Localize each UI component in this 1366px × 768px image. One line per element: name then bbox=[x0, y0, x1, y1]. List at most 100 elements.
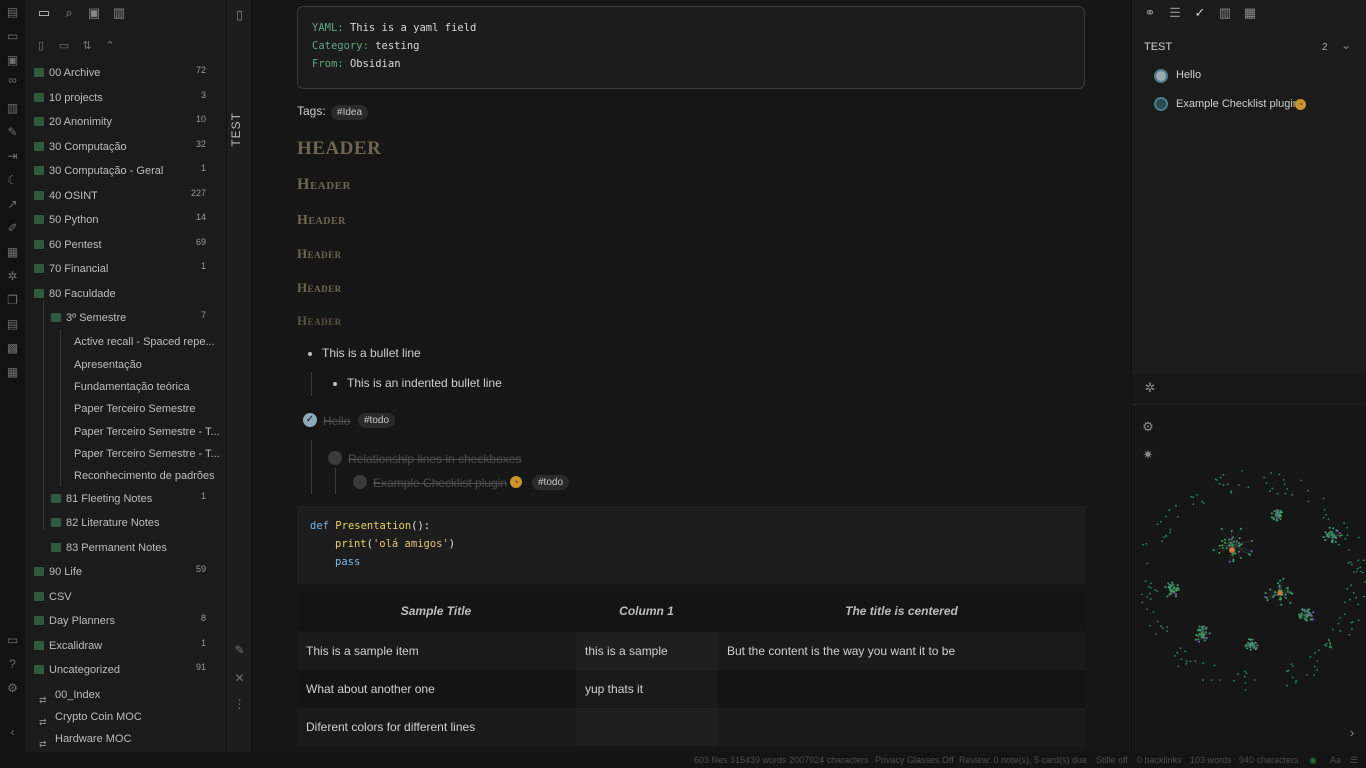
tree-item[interactable]: ⇄ Hardware MOC bbox=[25, 728, 226, 750]
tree-item[interactable]: ⇄ Crypto Coin MOC bbox=[25, 706, 226, 728]
template-icon[interactable]: ▦ bbox=[5, 245, 20, 260]
pane-title[interactable]: TEST bbox=[229, 112, 249, 147]
close-icon[interactable]: ✕ bbox=[232, 671, 247, 686]
tree-item[interactable]: 70 Financial 1 bbox=[25, 258, 226, 280]
tree-item[interactable]: 40 OSINT 227 bbox=[25, 185, 226, 207]
graph-node bbox=[1194, 660, 1197, 663]
graph-canvas[interactable] bbox=[1132, 405, 1366, 753]
tag-chip[interactable]: #todo bbox=[532, 475, 570, 490]
tree-item[interactable]: 60 Pentest 69 bbox=[25, 234, 226, 256]
pen-icon[interactable]: ✎ bbox=[5, 125, 20, 140]
tree-item[interactable]: Apresentação bbox=[25, 354, 226, 376]
chevron-right-icon[interactable]: › bbox=[1344, 725, 1360, 741]
tree-item[interactable]: 80 Faculdade bbox=[25, 283, 226, 305]
checkbox[interactable] bbox=[353, 475, 367, 489]
collapse-all-icon[interactable]: ⌃ bbox=[102, 38, 118, 54]
tree-item[interactable]: 30 Computação - Geral 1 bbox=[25, 160, 226, 182]
sort-icon[interactable]: ⇅ bbox=[79, 38, 95, 54]
task-checkbox[interactable] bbox=[1154, 97, 1168, 111]
inbox-icon[interactable]: ▭ bbox=[5, 29, 20, 44]
graph-node bbox=[1194, 638, 1197, 641]
section-title[interactable]: TEST bbox=[1144, 41, 1172, 53]
font-size-button[interactable]: Aa bbox=[1330, 752, 1341, 768]
sidebar-toggle-icon[interactable]: ▤ bbox=[5, 5, 20, 20]
graph-node bbox=[1156, 590, 1159, 593]
tree-item[interactable]: 90 Life 59 bbox=[25, 561, 226, 583]
tree-item[interactable]: 3º Semestre 7 bbox=[25, 307, 226, 329]
edit-icon[interactable]: ✎ bbox=[232, 643, 247, 658]
task-item[interactable]: Example Checklist plugin bbox=[1176, 98, 1299, 110]
list-icon[interactable]: ☰ bbox=[1167, 5, 1183, 21]
graph-icon[interactable]: ✲ bbox=[5, 269, 20, 284]
checkmark-icon[interactable]: ✓ bbox=[1192, 5, 1208, 21]
tree-item[interactable]: 00 Archive 72 bbox=[25, 62, 226, 84]
tree-item[interactable]: Reconhecimento de padrões bbox=[25, 465, 226, 487]
tree-item[interactable]: 30 Computação 32 bbox=[25, 136, 226, 158]
table-icon[interactable]: ▦ bbox=[5, 365, 20, 380]
slides-icon[interactable]: ▤ bbox=[5, 317, 20, 332]
tree-item[interactable]: Excalidraw 1 bbox=[25, 635, 226, 657]
graph-view[interactable]: ⚙ ✷ › bbox=[1132, 404, 1366, 753]
chevron-down-icon[interactable]: ⌄ bbox=[1341, 38, 1351, 52]
settings-icon[interactable]: ⚙ bbox=[5, 681, 20, 696]
graph-node bbox=[1300, 612, 1303, 615]
checkbox[interactable] bbox=[328, 451, 342, 465]
new-note-icon[interactable]: ▯ bbox=[33, 38, 49, 54]
tree-item[interactable]: 20 Anonimity 10 bbox=[25, 111, 226, 133]
more-icon[interactable]: ☰ bbox=[1350, 752, 1358, 768]
plugins-icon[interactable]: ▩ bbox=[5, 341, 20, 356]
login-icon[interactable]: ⇥ bbox=[5, 149, 20, 164]
glasses-icon[interactable]: ∞ bbox=[5, 73, 20, 88]
tree-item[interactable]: Fundamentação teórica bbox=[25, 376, 226, 398]
tree-item[interactable]: 81 Fleeting Notes 1 bbox=[25, 488, 226, 510]
brush-icon[interactable]: ✐ bbox=[5, 221, 20, 236]
tree-item[interactable]: Paper Terceiro Semestre - T... bbox=[25, 421, 226, 443]
code-block[interactable]: def Presentation(): print('olá amigos') … bbox=[297, 506, 1085, 584]
checked-checkbox[interactable]: ✓ bbox=[303, 413, 317, 427]
search-icon[interactable]: ⌕ bbox=[61, 5, 77, 21]
sync-icon[interactable]: ◉ bbox=[1309, 752, 1317, 768]
folder-icon[interactable]: ▭ bbox=[36, 5, 52, 21]
graph-node bbox=[1276, 581, 1279, 584]
review-status[interactable]: Review: 0 note(s), 5 card(s) due bbox=[959, 752, 1087, 768]
privacy-status[interactable]: Privacy Glasses Off bbox=[875, 752, 954, 768]
stille-status[interactable]: Stille off bbox=[1096, 752, 1128, 768]
tree-item[interactable]: Paper Terceiro Semestre - T... bbox=[25, 443, 226, 465]
tag-chip[interactable]: #Idea bbox=[331, 105, 369, 120]
task-item[interactable]: Hello bbox=[1176, 69, 1201, 81]
link-icon[interactable]: ⚭ bbox=[1142, 5, 1158, 21]
share-icon[interactable]: ↗ bbox=[5, 197, 20, 212]
vault-icon[interactable]: ▭ bbox=[5, 633, 20, 648]
tree-item[interactable]: Paper Terceiro Semestre bbox=[25, 398, 226, 420]
tree-item[interactable]: CSV bbox=[25, 586, 226, 608]
moon-icon[interactable]: ☾ bbox=[5, 173, 20, 188]
graph-node bbox=[1286, 488, 1289, 490]
tree-item[interactable]: Day Planners 8 bbox=[25, 610, 226, 632]
tree-item[interactable]: ⇄ 00_Index bbox=[25, 684, 226, 706]
tree-item[interactable]: 10 projects 3 bbox=[25, 87, 226, 109]
gallery-icon[interactable]: ▣ bbox=[5, 53, 20, 68]
help-icon[interactable]: ? bbox=[5, 657, 20, 672]
graph-view-icon[interactable]: ✲ bbox=[1142, 380, 1158, 396]
frontmatter-block[interactable]: YAML: This is a yaml field Category: tes… bbox=[297, 6, 1085, 89]
more-icon[interactable]: ⋮ bbox=[232, 697, 247, 712]
new-folder-icon[interactable]: ▭ bbox=[56, 38, 72, 54]
collapse-left-icon[interactable]: ‹ bbox=[5, 725, 20, 740]
backlinks-count[interactable]: 0 backlinks bbox=[1137, 752, 1182, 768]
tree-item[interactable]: 50 Python 14 bbox=[25, 209, 226, 231]
kanban-icon[interactable]: ▥ bbox=[1217, 5, 1233, 21]
tree-item[interactable]: 82 Literature Notes bbox=[25, 512, 226, 534]
copy-icon[interactable]: ❐ bbox=[5, 293, 20, 308]
tree-item[interactable]: Active recall - Spaced repe... bbox=[25, 331, 226, 353]
graph-node bbox=[1277, 590, 1283, 596]
tree-item[interactable]: 83 Permanent Notes bbox=[25, 537, 226, 559]
inbox-icon[interactable]: ▣ bbox=[86, 5, 102, 21]
graph-node bbox=[1251, 643, 1254, 646]
book-icon[interactable]: ▥ bbox=[111, 5, 127, 21]
tag-chip[interactable]: #todo bbox=[358, 413, 396, 428]
file-icon[interactable]: ▯ bbox=[232, 8, 247, 23]
task-checkbox[interactable] bbox=[1154, 69, 1168, 83]
kanban-icon[interactable]: ▥ bbox=[5, 101, 20, 116]
calendar-icon[interactable]: ▦ bbox=[1242, 5, 1258, 21]
tree-item[interactable]: Uncategorized 91 bbox=[25, 659, 226, 681]
